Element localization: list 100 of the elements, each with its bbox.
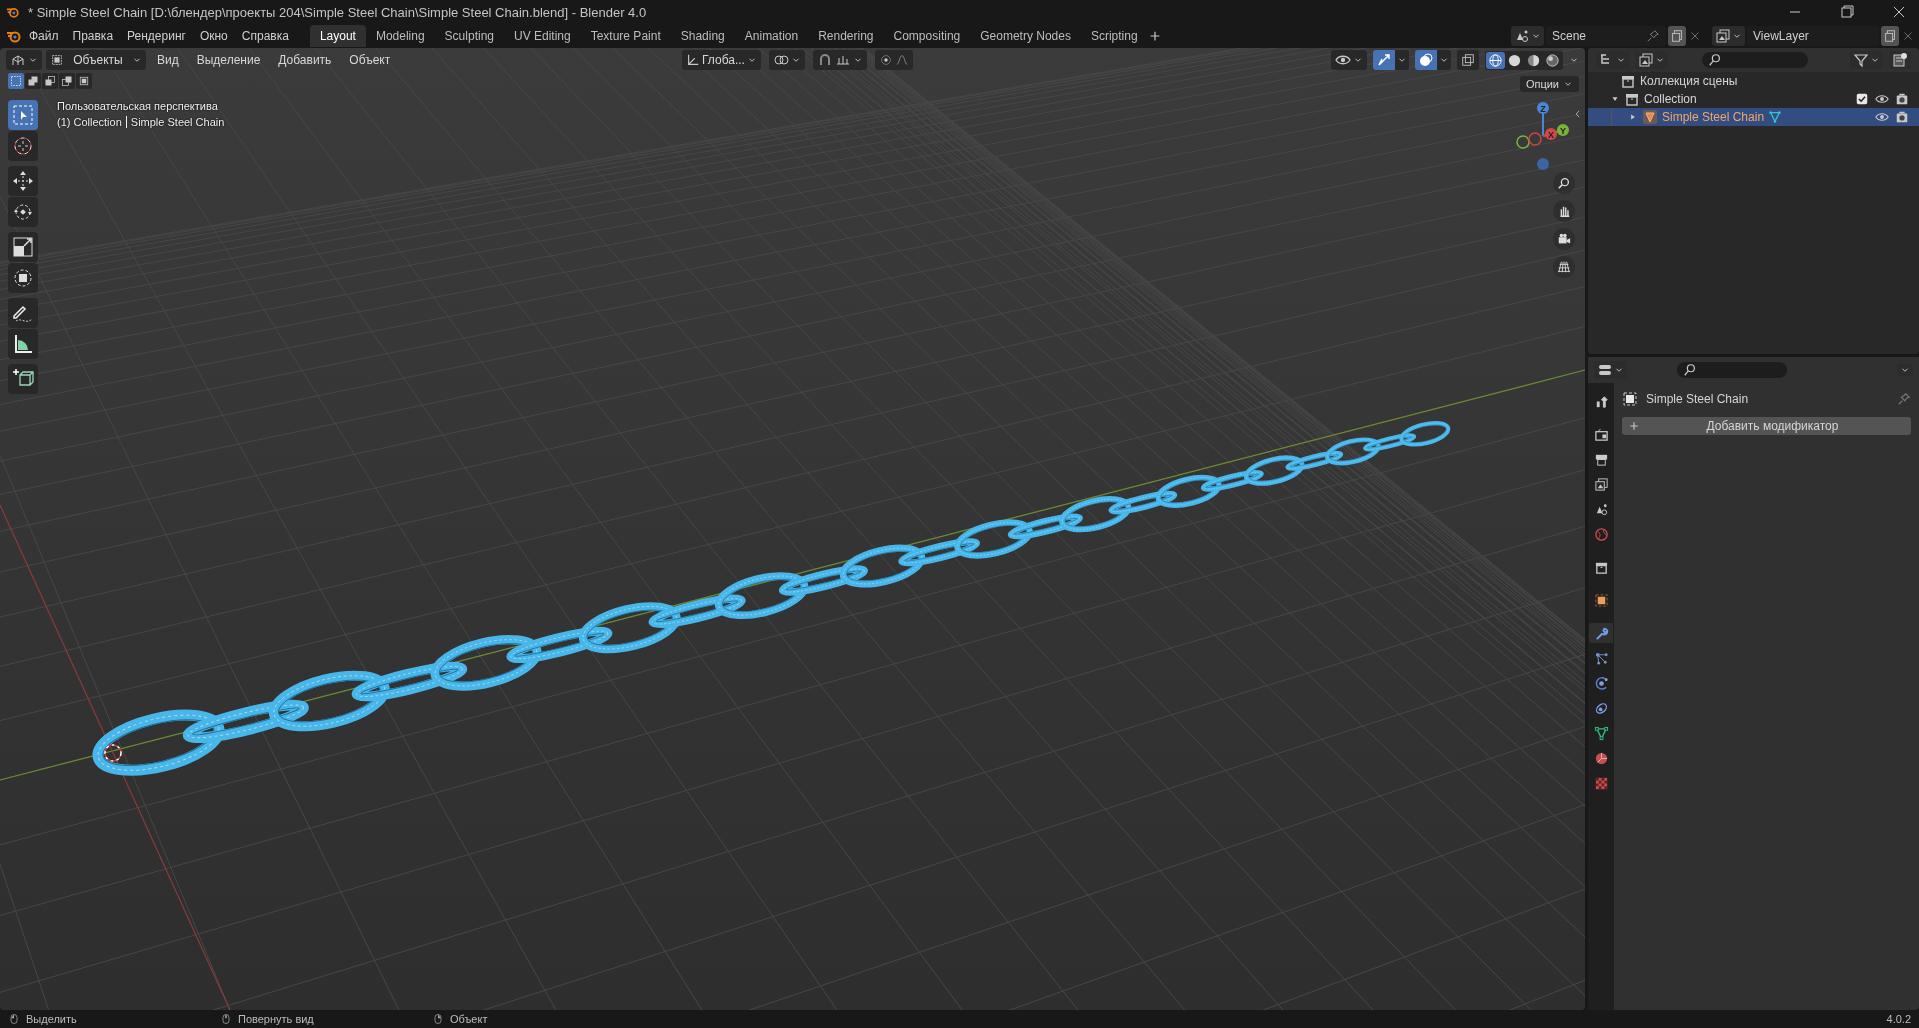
- menu-item[interactable]: Объект: [342, 51, 398, 69]
- workspace-tab[interactable]: Geometry Nodes: [970, 25, 1081, 47]
- shading-mode-button[interactable]: [1486, 51, 1505, 69]
- scene-type-button[interactable]: [1511, 26, 1544, 46]
- scene-field[interactable]: Scene: [1546, 26, 1666, 46]
- checker-icon: [1593, 775, 1609, 791]
- search-field[interactable]: [1677, 362, 1787, 378]
- gizmo-toggle[interactable]: [1373, 50, 1395, 70]
- new-collection-button[interactable]: [1889, 51, 1911, 69]
- mesh-data-icon[interactable]: [1768, 110, 1783, 124]
- pin-icon[interactable]: [1646, 29, 1660, 43]
- transform-icon: [11, 266, 35, 290]
- pivot-dropdown[interactable]: [768, 50, 805, 70]
- navigation-gizmo[interactable]: X Y Z: [1511, 96, 1575, 176]
- add-modifier-button[interactable]: Добавить модификатор: [1622, 417, 1911, 435]
- menu-item[interactable]: Файл: [22, 26, 66, 46]
- mouse-right-icon: [432, 1013, 444, 1025]
- cursor-tool-icon: [11, 134, 35, 158]
- select-box-icon: [11, 103, 35, 127]
- tool-button[interactable]: [8, 197, 38, 227]
- camera-view-button[interactable]: [1553, 228, 1575, 250]
- shading-mode-button[interactable]: [1543, 51, 1562, 69]
- workspace-tab[interactable]: Sculpting: [434, 25, 504, 47]
- select-mode-button[interactable]: [25, 73, 41, 89]
- box-icon: [1624, 91, 1640, 107]
- wrench-icon: [1593, 625, 1609, 641]
- tool-button[interactable]: [8, 364, 38, 394]
- new-view-layer-button[interactable]: [1881, 26, 1899, 46]
- workspace-tab[interactable]: Shading: [670, 25, 735, 47]
- orientation-dropdown[interactable]: Глоба...: [682, 50, 761, 70]
- tool-button[interactable]: [8, 166, 38, 196]
- proportional-edit-button[interactable]: [874, 50, 913, 70]
- selectability-dropdown[interactable]: [1331, 50, 1367, 70]
- tool-button[interactable]: [8, 232, 38, 262]
- properties-tab[interactable]: [1589, 623, 1613, 643]
- menu-item[interactable]: Добавить: [271, 51, 339, 69]
- tool-button[interactable]: [8, 263, 38, 293]
- menu-item[interactable]: Выделение: [189, 51, 268, 69]
- gizmo-icon: [1376, 52, 1392, 68]
- select-mode-button[interactable]: [42, 73, 58, 89]
- mode-dropdown[interactable]: Объекты: [46, 50, 146, 70]
- zoom-button[interactable]: [1553, 172, 1575, 194]
- workspace-tab[interactable]: Modeling: [365, 25, 435, 47]
- intersect-icon: [78, 75, 90, 87]
- eye-icon[interactable]: [1875, 92, 1889, 106]
- perspective-toggle[interactable]: [1553, 256, 1575, 278]
- camera-icon[interactable]: [1895, 110, 1909, 124]
- xray-icon: [1461, 53, 1475, 67]
- workspace-tab[interactable]: Scripting: [1080, 25, 1148, 47]
- view-layer-type-button[interactable]: [1712, 26, 1745, 46]
- checkbox-icon[interactable]: [1855, 92, 1869, 106]
- toggle-icon: [1597, 362, 1613, 378]
- physics-icon: [1593, 675, 1609, 691]
- editor-type-button[interactable]: [6, 50, 42, 70]
- menu-item[interactable]: Правка: [65, 26, 121, 46]
- tool-button[interactable]: [8, 329, 38, 359]
- mouse-left-icon: [8, 1013, 20, 1025]
- maximize-icon[interactable]: [1839, 4, 1855, 20]
- xray-button[interactable]: [1457, 50, 1479, 70]
- pan-button[interactable]: [1553, 200, 1575, 222]
- menu-item[interactable]: Окно: [192, 26, 235, 46]
- outliner-row[interactable]: Collection: [1588, 90, 1919, 108]
- pin-icon[interactable]: [1897, 392, 1911, 406]
- menu-item[interactable]: Справка: [234, 26, 296, 46]
- grid-icon: [1557, 260, 1571, 274]
- options-dropdown[interactable]: Опции: [1519, 76, 1579, 92]
- select-mode-button[interactable]: [59, 73, 75, 89]
- object-label: Simple Steel Chain: [130, 115, 225, 130]
- pivot-icon: [772, 52, 789, 68]
- outliner-item-label: Collection: [1644, 92, 1697, 106]
- collapse-icon[interactable]: [1573, 108, 1583, 120]
- new-scene-button[interactable]: [1668, 26, 1686, 46]
- view-layer-field[interactable]: ViewLayer: [1747, 26, 1879, 46]
- outliner-item-label: Коллекция сцены: [1640, 74, 1738, 88]
- image-stack-icon: [1715, 28, 1731, 44]
- menu-item[interactable]: Рендеринг: [120, 26, 193, 46]
- display-mode-button[interactable]: [1596, 51, 1629, 69]
- workspace-tab[interactable]: Texture Paint: [580, 25, 671, 47]
- search-icon: [1708, 53, 1722, 67]
- filter-button[interactable]: [1850, 51, 1883, 69]
- workspace-tab[interactable]: UV Editing: [504, 25, 581, 47]
- outliner-row[interactable]: Коллекция сцены: [1588, 72, 1919, 90]
- search-icon: [1683, 363, 1697, 377]
- view-layer-mode-button[interactable]: [1635, 51, 1668, 69]
- overlay-toggle[interactable]: [1415, 50, 1437, 70]
- workspace-tab[interactable]: Rendering: [808, 25, 884, 47]
- snap-dropdown[interactable]: [812, 50, 867, 70]
- close-icon[interactable]: [1891, 4, 1907, 20]
- select-mode-button[interactable]: [8, 73, 24, 89]
- workspace-tab[interactable]: Layout: [309, 25, 366, 47]
- workspace-tab[interactable]: Animation: [734, 25, 809, 47]
- tool-button[interactable]: [8, 298, 38, 328]
- eye-icon[interactable]: [1875, 110, 1889, 124]
- search-field[interactable]: [1702, 52, 1808, 68]
- menu-item[interactable]: Вид: [150, 51, 186, 69]
- editor-type-button[interactable]: [1594, 361, 1627, 379]
- select-mode-button[interactable]: [76, 73, 92, 89]
- outliner-row[interactable]: Simple Steel Chain: [1588, 108, 1919, 126]
- workspace-tab[interactable]: Compositing: [883, 25, 971, 47]
- camera-icon[interactable]: [1895, 92, 1909, 106]
